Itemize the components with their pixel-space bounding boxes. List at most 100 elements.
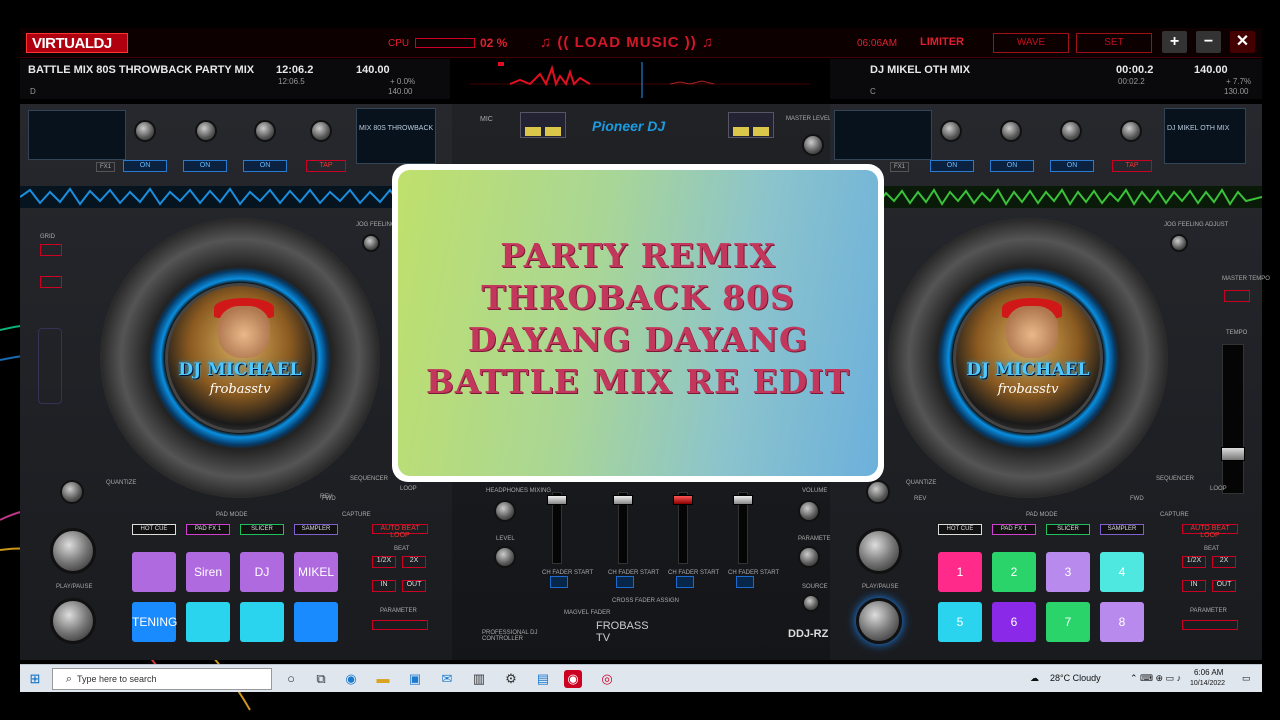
fx-knob[interactable]	[940, 120, 962, 142]
release-fx-knob[interactable]	[1120, 120, 1142, 142]
half-loop-button[interactable]: 1/2X	[372, 556, 396, 568]
fx-knob[interactable]	[1060, 120, 1082, 142]
taskbar-search-input[interactable]: Type here to search	[52, 668, 272, 690]
windows-start-icon[interactable]: ⊞	[26, 670, 44, 688]
fx-assign-button[interactable]: FX1	[96, 162, 116, 172]
channel-fader-4[interactable]	[733, 492, 753, 564]
weather-icon[interactable]: ☁	[1030, 673, 1039, 684]
notification-icon[interactable]: ▭	[1242, 673, 1251, 684]
virtualdj-taskbar-icon[interactable]: ◉	[564, 670, 582, 688]
fx-knob[interactable]	[134, 120, 156, 142]
deck-right-waveform[interactable]	[830, 186, 1262, 208]
loop-out-button[interactable]: OUT	[402, 580, 426, 592]
master-tempo-button[interactable]	[1224, 290, 1250, 302]
fx-assign-button[interactable]: FX1	[890, 162, 910, 172]
pad-6[interactable]	[186, 602, 230, 642]
mode-sampler-button[interactable]: SAMPLER	[1100, 524, 1144, 535]
mode-pad-fx-button[interactable]: PAD FX 1	[992, 524, 1036, 535]
loop-in-button[interactable]: IN	[1182, 580, 1206, 592]
taskbar-time[interactable]: 6:06 AM	[1194, 668, 1223, 677]
pad-8[interactable]: 8	[1100, 602, 1144, 642]
pad-5[interactable]: 5	[938, 602, 982, 642]
loop-out-button[interactable]: OUT	[1212, 580, 1236, 592]
deck-left-waveform[interactable]	[20, 186, 452, 208]
play-pause-button[interactable]	[856, 598, 902, 644]
grid-shift-button[interactable]	[40, 276, 62, 288]
weather-text[interactable]: 28°C Cloudy	[1050, 673, 1101, 683]
fx-on-button[interactable]: ON	[930, 160, 974, 172]
release-fx-knob[interactable]	[310, 120, 332, 142]
mode-pad-fx-button[interactable]: PAD FX 1	[186, 524, 230, 535]
fx-on-button[interactable]: ON	[183, 160, 227, 172]
fx-knob[interactable]	[195, 120, 217, 142]
tap-button[interactable]: TAP	[306, 160, 346, 172]
file-explorer-icon[interactable]: ▬	[374, 670, 392, 688]
loop-in-button[interactable]: IN	[372, 580, 396, 592]
auto-beat-loop-button[interactable]: AUTO BEAT LOOP	[372, 524, 428, 539]
audio-editor-icon[interactable]: ▥	[470, 670, 488, 688]
fx-knob[interactable]	[254, 120, 276, 142]
recorder-icon[interactable]: ◎	[598, 670, 616, 688]
mode-sampler-button[interactable]: SAMPLER	[294, 524, 338, 535]
mode-hot-cue-button[interactable]: HOT CUE	[938, 524, 982, 535]
booth-volume-knob[interactable]	[798, 500, 820, 522]
usb-selector-right[interactable]	[728, 112, 774, 138]
mixer-parameter-knob[interactable]	[798, 546, 820, 568]
channel-fader-3[interactable]	[673, 492, 693, 564]
half-loop-button[interactable]: 1/2X	[1182, 556, 1206, 568]
load-music-label[interactable]: ♫ (( LOAD MUSIC )) ♫	[540, 34, 714, 51]
master-level-knob[interactable]	[802, 134, 824, 156]
deck-b-button[interactable]	[545, 127, 561, 136]
parameter-buttons[interactable]	[372, 620, 428, 630]
limiter-label[interactable]: LIMITER	[920, 36, 964, 48]
cue-button[interactable]	[50, 528, 96, 574]
fx-on-button[interactable]: ON	[123, 160, 167, 172]
parameter-buttons[interactable]	[1182, 620, 1238, 630]
fx-on-button[interactable]: ON	[243, 160, 287, 172]
headphones-level-knob[interactable]	[494, 546, 516, 568]
xfade-assign-1[interactable]	[550, 576, 568, 588]
grid-slip-button[interactable]	[40, 244, 62, 256]
play-pause-button[interactable]	[50, 598, 96, 644]
fx-knob[interactable]	[1000, 120, 1022, 142]
channel-fader-1[interactable]	[547, 492, 567, 564]
edge-icon[interactable]: ◉	[342, 670, 360, 688]
minimize-button[interactable]: −	[1196, 31, 1221, 53]
jog-feeling-knob[interactable]	[1170, 234, 1188, 252]
pad-7[interactable]	[240, 602, 284, 642]
usb-selector-left[interactable]	[520, 112, 566, 138]
cue-button[interactable]	[856, 528, 902, 574]
taskbar-date[interactable]: 10/14/2022	[1190, 680, 1225, 687]
tray-icons[interactable]: ⌃ ⌨ ⊕ ▭ ♪	[1130, 673, 1181, 684]
deck-left-jog-wheel[interactable]: DJ MICHAEL frobasstv	[100, 218, 380, 498]
deck-d-button[interactable]	[753, 127, 769, 136]
auto-beat-loop-button[interactable]: AUTO BEAT LOOP	[1182, 524, 1238, 539]
xfade-assign-3[interactable]	[676, 576, 694, 588]
fx-on-button[interactable]: ON	[1050, 160, 1094, 172]
fx-on-button[interactable]: ON	[990, 160, 1034, 172]
waveform-overview[interactable]	[470, 62, 810, 98]
widgets-icon[interactable]: ⧉	[312, 670, 330, 688]
pad-4[interactable]: 4	[1100, 552, 1144, 592]
mode-slicer-button[interactable]: SLICER	[1046, 524, 1090, 535]
pad-3[interactable]: 3	[1046, 552, 1090, 592]
close-button[interactable]: ✕	[1230, 31, 1255, 53]
app-icon[interactable]: ▤	[534, 670, 552, 688]
tempo-slider-handle[interactable]	[1221, 447, 1245, 461]
wave-button[interactable]: WAVE	[993, 33, 1069, 53]
shift-button[interactable]	[60, 480, 84, 504]
double-loop-button[interactable]: 2X	[1212, 556, 1236, 568]
tap-button[interactable]: TAP	[1112, 160, 1152, 172]
headphones-mixing-knob[interactable]	[494, 500, 516, 522]
pad-4[interactable]: MIKEL O	[294, 552, 338, 619]
xfade-assign-4[interactable]	[736, 576, 754, 588]
pad-1[interactable]: 1	[938, 552, 982, 592]
mode-slicer-button[interactable]: SLICER	[240, 524, 284, 535]
pad-8[interactable]	[294, 602, 338, 642]
deck-c-button[interactable]	[733, 127, 749, 136]
pad-1[interactable]	[132, 552, 176, 592]
xfade-assign-2[interactable]	[616, 576, 634, 588]
settings-icon[interactable]: ⚙	[502, 670, 520, 688]
deck-a-button[interactable]	[525, 127, 541, 136]
pad-5[interactable]: TENING	[132, 602, 177, 642]
